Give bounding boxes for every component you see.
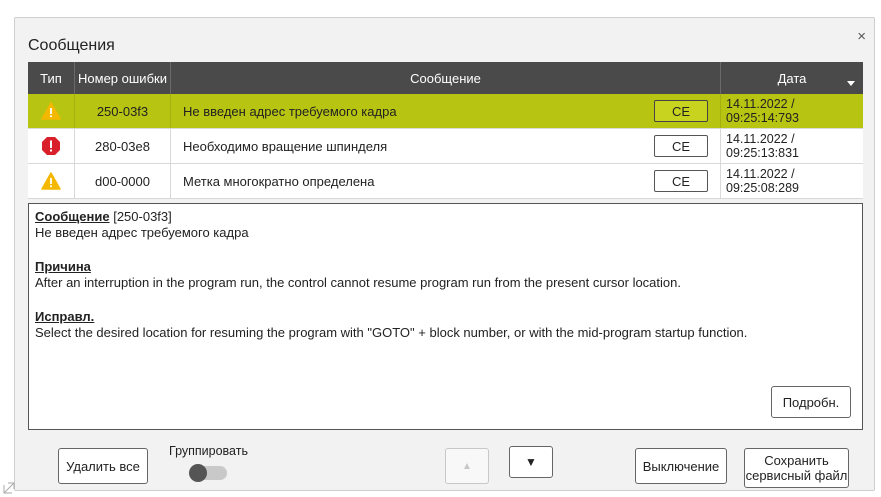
row-date: 14.11.2022 / 09:25:13:831 bbox=[720, 129, 863, 163]
detail-fix-text: Select the desired location for resuming… bbox=[35, 325, 748, 340]
row-message: Необходимо вращение шпинделя bbox=[183, 138, 388, 154]
header-type[interactable]: Тип bbox=[28, 62, 74, 94]
messages-table: Тип Номер ошибки Сообщение Дата 250-03f3… bbox=[28, 62, 863, 199]
row-message: Не введен адрес требуемого кадра bbox=[183, 103, 397, 119]
table-header: Тип Номер ошибки Сообщение Дата bbox=[28, 62, 863, 94]
row-error-number: d00-0000 bbox=[74, 164, 170, 198]
row-date: 14.11.2022 / 09:25:14:793 bbox=[720, 94, 863, 128]
warning-icon bbox=[41, 172, 61, 190]
header-message[interactable]: Сообщение bbox=[170, 62, 720, 94]
ce-button[interactable]: CE bbox=[654, 100, 708, 122]
save-service-line2: сервисный файл bbox=[745, 468, 848, 483]
dialog-footer: Удалить все Группировать ▲ ▼ Выключение … bbox=[15, 438, 874, 492]
scroll-down-button[interactable]: ▼ bbox=[509, 446, 553, 478]
header-date-label: Дата bbox=[777, 70, 807, 86]
ce-button[interactable]: CE bbox=[654, 170, 708, 192]
detail-message-text: Не введен адрес требуемого кадра bbox=[35, 225, 249, 240]
group-toggle[interactable] bbox=[189, 464, 227, 482]
messages-dialog: Сообщения × Тип Номер ошибки Сообщение Д… bbox=[14, 17, 875, 491]
group-label: Группировать bbox=[169, 444, 248, 458]
details-button[interactable]: Подробн. bbox=[771, 386, 851, 418]
scroll-up-button[interactable]: ▲ bbox=[445, 448, 489, 484]
toggle-knob bbox=[189, 464, 207, 482]
message-detail-panel: Сообщение [250-03f3] Не введен адрес тре… bbox=[28, 203, 863, 430]
ce-button[interactable]: CE bbox=[654, 135, 708, 157]
resize-handle-icon[interactable] bbox=[3, 482, 15, 494]
header-error-number[interactable]: Номер ошибки bbox=[74, 62, 170, 94]
save-service-line1: Сохранить bbox=[764, 453, 829, 468]
detail-cause-text: After an interruption in the program run… bbox=[35, 275, 681, 290]
header-date[interactable]: Дата bbox=[720, 62, 863, 94]
row-error-number: 280-03e8 bbox=[74, 129, 170, 163]
save-service-file-button[interactable]: Сохранить сервисный файл bbox=[744, 448, 849, 488]
warning-icon bbox=[41, 102, 61, 120]
error-icon bbox=[42, 137, 60, 155]
row-date: 14.11.2022 / 09:25:08:289 bbox=[720, 164, 863, 198]
sort-desc-icon bbox=[847, 81, 855, 86]
close-icon[interactable]: × bbox=[857, 28, 866, 45]
detail-message-heading: Сообщение bbox=[35, 209, 110, 224]
table-row[interactable]: 250-03f3 Не введен адрес требуемого кадр… bbox=[28, 94, 863, 129]
detail-cause-heading: Причина bbox=[35, 259, 91, 274]
table-row[interactable]: 280-03e8 Необходимо вращение шпинделя CE… bbox=[28, 129, 863, 164]
table-row[interactable]: d00-0000 Метка многократно определена CE… bbox=[28, 164, 863, 199]
detail-fix-heading: Исправл. bbox=[35, 309, 95, 324]
row-message: Метка многократно определена bbox=[183, 173, 375, 189]
dialog-title: Сообщения bbox=[28, 37, 115, 54]
row-error-number: 250-03f3 bbox=[74, 94, 170, 128]
delete-all-button[interactable]: Удалить все bbox=[58, 448, 148, 484]
shutdown-button[interactable]: Выключение bbox=[635, 448, 727, 484]
detail-message-code: [250-03f3] bbox=[113, 209, 172, 224]
